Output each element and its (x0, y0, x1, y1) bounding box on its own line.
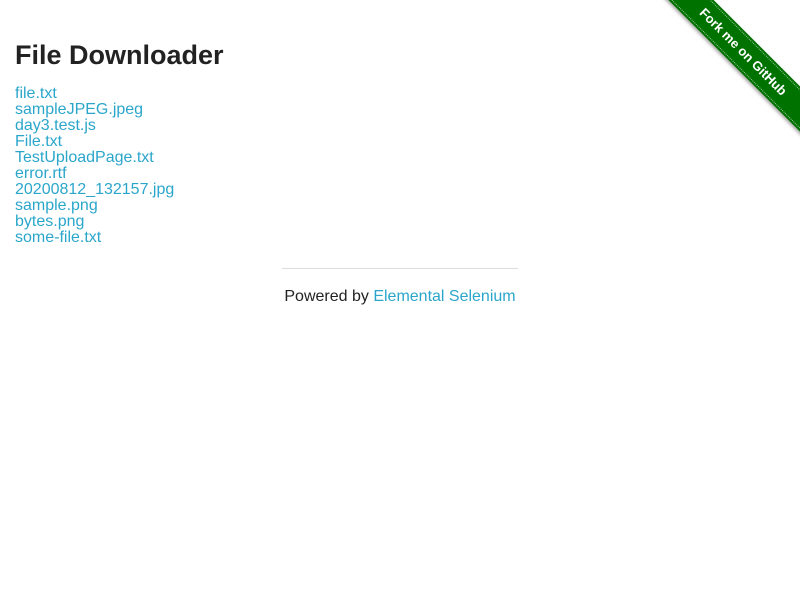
elemental-selenium-link[interactable]: Elemental Selenium (373, 288, 515, 305)
fork-me-on-github-ribbon[interactable]: Fork me on GitHub (662, 0, 800, 133)
file-link-9[interactable]: some-file.txt (15, 230, 785, 246)
file-link-6[interactable]: 20200812_132157.jpg (15, 182, 785, 198)
file-link-5[interactable]: error.rtf (15, 166, 785, 182)
footer-prefix: Powered by (284, 288, 374, 305)
footer-text: Powered by Elemental Selenium (282, 287, 518, 307)
footer-divider (282, 268, 518, 269)
footer: Powered by Elemental Selenium (282, 268, 518, 307)
file-link-4[interactable]: TestUploadPage.txt (15, 150, 785, 166)
github-ribbon-container: Fork me on GitHub (651, 0, 800, 149)
page: File Downloader file.txt sampleJPEG.jpeg… (0, 0, 800, 600)
file-link-8[interactable]: bytes.png (15, 214, 785, 230)
file-link-7[interactable]: sample.png (15, 198, 785, 214)
